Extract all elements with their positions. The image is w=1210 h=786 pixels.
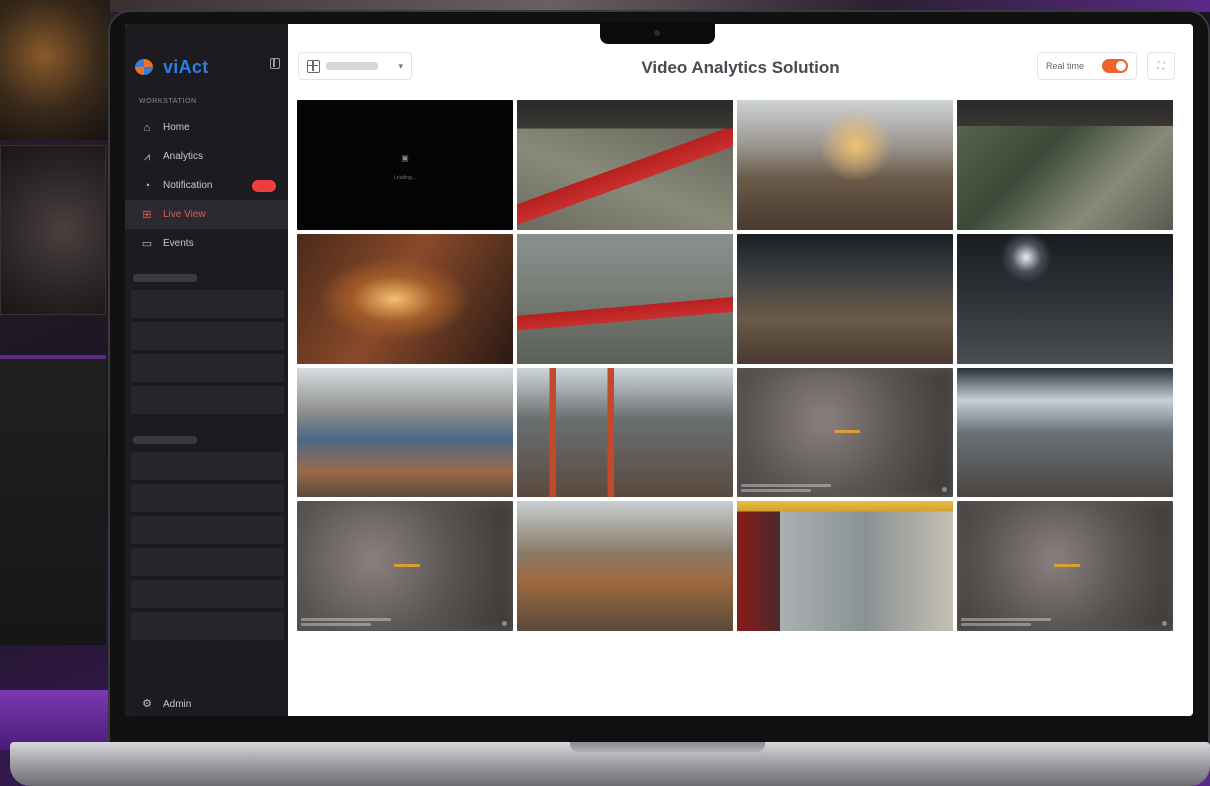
- camera-feed: [297, 233, 513, 364]
- camera-tile[interactable]: [737, 100, 953, 230]
- sidebar: viAct Workstation ⌂ Home ⩘ Analytics ◔ N…: [125, 24, 288, 716]
- camera-feed: [957, 367, 1173, 498]
- camera-tile-offline[interactable]: [297, 501, 513, 631]
- analytics-icon: ⩘: [143, 150, 151, 163]
- camera-caption: [961, 618, 1051, 621]
- camera-feed: [297, 367, 513, 498]
- background-accent: [0, 690, 120, 750]
- background-panel: [0, 355, 106, 645]
- camera-feed: [517, 233, 733, 364]
- sidebar-placeholder-item[interactable]: [131, 548, 284, 576]
- camera-tile[interactable]: [957, 233, 1173, 364]
- sidebar-item-label: Notification: [163, 180, 213, 191]
- camera-feed: [517, 501, 733, 631]
- monitor-icon: ▭: [141, 237, 153, 250]
- realtime-toggle[interactable]: [1102, 59, 1128, 73]
- sidebar-placeholder-item[interactable]: [131, 580, 284, 608]
- webcam-icon: [654, 30, 660, 36]
- camera-grid: ▣ Loading...: [297, 100, 1173, 631]
- fullscreen-button[interactable]: ⛶: [1147, 52, 1175, 80]
- camera-feed: [517, 367, 733, 498]
- sidebar-placeholder-item[interactable]: [131, 322, 284, 350]
- camera-caption: [301, 618, 391, 621]
- sidebar-item-events[interactable]: ▭ Events: [125, 229, 288, 258]
- camera-tile-offline[interactable]: [957, 501, 1173, 631]
- sidebar-placeholder-item[interactable]: [131, 516, 284, 544]
- main-content: ▾ Video Analytics Solution Real time ⛶ ▣…: [288, 24, 1193, 716]
- camera-feed: [737, 100, 953, 230]
- camera-caption: [301, 623, 371, 626]
- camera-tile[interactable]: [737, 501, 953, 631]
- sidebar-group-heading: [133, 436, 197, 444]
- camera-status-indicator: [834, 429, 861, 433]
- camera-tile[interactable]: [517, 501, 733, 631]
- background-photo: [0, 0, 110, 140]
- camera-corner-icon: [1162, 621, 1167, 626]
- camera-corner-icon: [502, 621, 507, 626]
- base-groove: [570, 742, 765, 752]
- sidebar-item-label: Analytics: [163, 151, 204, 162]
- camera-tile[interactable]: [297, 367, 513, 498]
- camera-status-indicator: [1054, 563, 1081, 567]
- camera-caption: [741, 484, 831, 488]
- admin-settings-icon: ⚙: [142, 698, 152, 710]
- sidebar-item-live-view[interactable]: ⊞ Live View: [125, 200, 288, 229]
- camera-tile-no-signal[interactable]: ▣ Loading...: [297, 100, 513, 230]
- brand[interactable]: viAct: [125, 34, 288, 80]
- sidebar-item-label: Live View: [163, 209, 206, 220]
- sidebar-placeholder-item[interactable]: [131, 452, 284, 480]
- camera-tile[interactable]: [957, 367, 1173, 498]
- camera-feed: [957, 100, 1173, 230]
- camera-tile-offline[interactable]: [737, 367, 953, 498]
- sidebar-placeholder-item[interactable]: [131, 386, 284, 414]
- camera-tile[interactable]: [297, 233, 513, 364]
- video-off-icon: ▣: [401, 153, 409, 163]
- sidebar-collapse-icon[interactable]: [270, 58, 280, 69]
- topbar: ▾ Video Analytics Solution Real time ⛶: [288, 24, 1193, 88]
- fullscreen-icon: ⛶: [1157, 60, 1165, 72]
- camera-tile[interactable]: [517, 100, 733, 230]
- camera-feed: [737, 501, 953, 631]
- sidebar-section-label: Workstation: [139, 98, 197, 105]
- sidebar-placeholder-item[interactable]: [131, 354, 284, 382]
- sidebar-admin-label: Admin: [163, 698, 192, 710]
- camera-status-indicator: [394, 563, 421, 567]
- brand-name: viAct: [163, 56, 209, 77]
- bell-icon: ◔: [143, 179, 151, 192]
- sidebar-admin[interactable]: ⚙ Admin: [141, 698, 191, 710]
- no-signal-text: Loading...: [394, 175, 416, 182]
- camera-tile[interactable]: [737, 233, 953, 364]
- realtime-label: Real time: [1046, 61, 1085, 71]
- sidebar-item-analytics[interactable]: ⩘ Analytics: [125, 142, 288, 171]
- sidebar-item-label: Home: [163, 122, 190, 133]
- laptop-base: [10, 742, 1210, 786]
- camera-notch: [600, 22, 715, 44]
- background-photo: [0, 145, 106, 315]
- camera-feed: [957, 233, 1173, 364]
- sidebar-placeholder-item[interactable]: [131, 290, 284, 318]
- camera-tile[interactable]: [517, 233, 733, 364]
- sidebar-item-notification[interactable]: ◔ Notification: [125, 171, 288, 200]
- realtime-control: Real time: [1037, 52, 1137, 80]
- camera-feed: [517, 100, 733, 230]
- camera-tile[interactable]: [517, 367, 733, 498]
- sidebar-placeholder-item[interactable]: [131, 484, 284, 512]
- sidebar-placeholder-item[interactable]: [131, 612, 284, 640]
- sidebar-group-heading: [133, 274, 197, 282]
- camera-feed: [737, 233, 953, 364]
- brand-logo-icon: [133, 57, 157, 77]
- home-icon: ⌂: [143, 121, 151, 134]
- sidebar-item-home[interactable]: ⌂ Home: [125, 113, 288, 142]
- camera-caption: [741, 489, 811, 493]
- camera-caption: [961, 623, 1031, 626]
- grid-icon: ⊞: [142, 208, 152, 221]
- camera-tile[interactable]: [957, 100, 1173, 230]
- sidebar-item-label: Events: [163, 238, 194, 249]
- notification-badge: [252, 180, 276, 192]
- app-screen: viAct Workstation ⌂ Home ⩘ Analytics ◔ N…: [125, 24, 1193, 716]
